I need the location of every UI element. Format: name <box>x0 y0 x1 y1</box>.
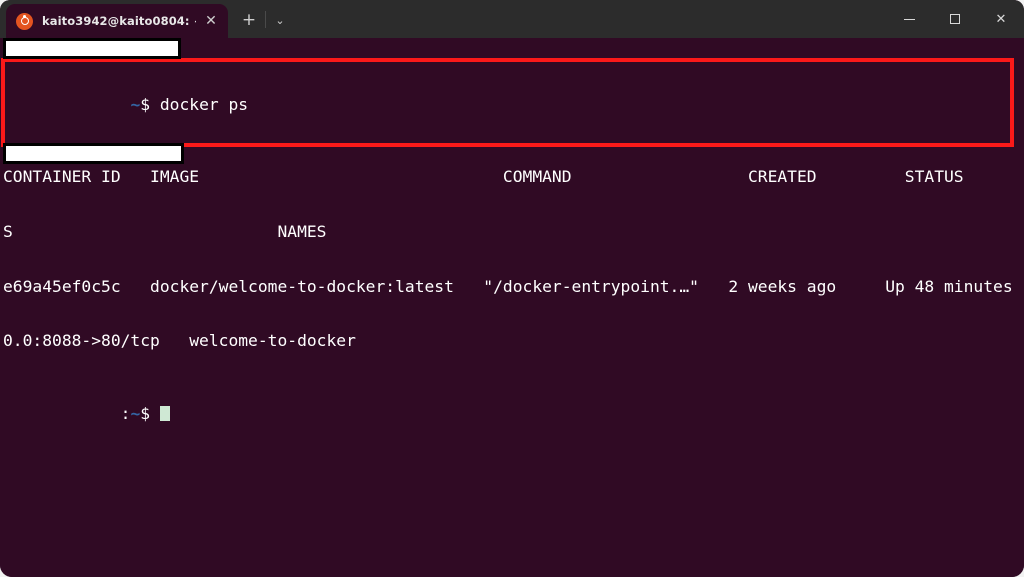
prompt-spacer-2 <box>3 404 121 423</box>
prompt-colon: : <box>120 403 131 423</box>
text-cursor <box>159 405 170 421</box>
prompt-spacer <box>3 95 130 114</box>
prompt-symbol: $ <box>140 94 151 114</box>
minimize-icon <box>903 18 915 20</box>
window-controls: ✕ <box>886 0 1024 38</box>
close-window-button[interactable]: ✕ <box>978 0 1024 38</box>
prompt-line-command: ~$ docker ps <box>3 94 1024 114</box>
ubuntu-logo-icon <box>16 12 33 30</box>
chevron-down-icon[interactable]: ⌄ <box>268 9 292 31</box>
output-header-line-2: S NAMES <box>3 222 327 241</box>
output-header-line-1: CONTAINER ID IMAGE COMMAND CREATED STATU… <box>3 167 1024 187</box>
tab-close-icon[interactable]: ✕ <box>200 10 222 32</box>
terminal-output[interactable]: ~$ docker ps CONTAINER ID IMAGE COMMAND … <box>0 38 1024 577</box>
prompt-dir-2: ~ <box>130 403 141 423</box>
tabbar-divider <box>265 11 266 28</box>
redacted-prompt-user-host-bottom <box>3 143 184 164</box>
prompt-line-active: :~$ <box>3 403 1024 423</box>
tab-title: kaito3942@kaito0804: ~ <box>42 14 196 28</box>
terminal-tab[interactable]: kaito3942@kaito0804: ~ ✕ <box>6 4 228 38</box>
output-row-line-2: 0.0:8088->80/tcp welcome-to-docker <box>3 331 356 351</box>
redacted-prompt-user-host-top <box>3 38 181 59</box>
terminal-window: kaito3942@kaito0804: ~ ✕ + ⌄ ✕ ~$ docker… <box>0 0 1024 577</box>
title-bar: kaito3942@kaito0804: ~ ✕ + ⌄ ✕ <box>0 0 1024 38</box>
output-row-line-1: e69a45ef0c5c docker/welcome-to-docker:la… <box>3 276 1024 296</box>
command-text: docker ps <box>150 94 249 114</box>
prompt-symbol-2: $ <box>140 403 151 423</box>
prompt-gap <box>150 404 160 423</box>
maximize-button[interactable] <box>932 0 978 38</box>
minimize-button[interactable] <box>886 0 932 38</box>
new-tab-button[interactable]: + <box>236 8 262 32</box>
prompt-dir: ~ <box>130 94 141 114</box>
maximize-icon <box>950 14 960 24</box>
